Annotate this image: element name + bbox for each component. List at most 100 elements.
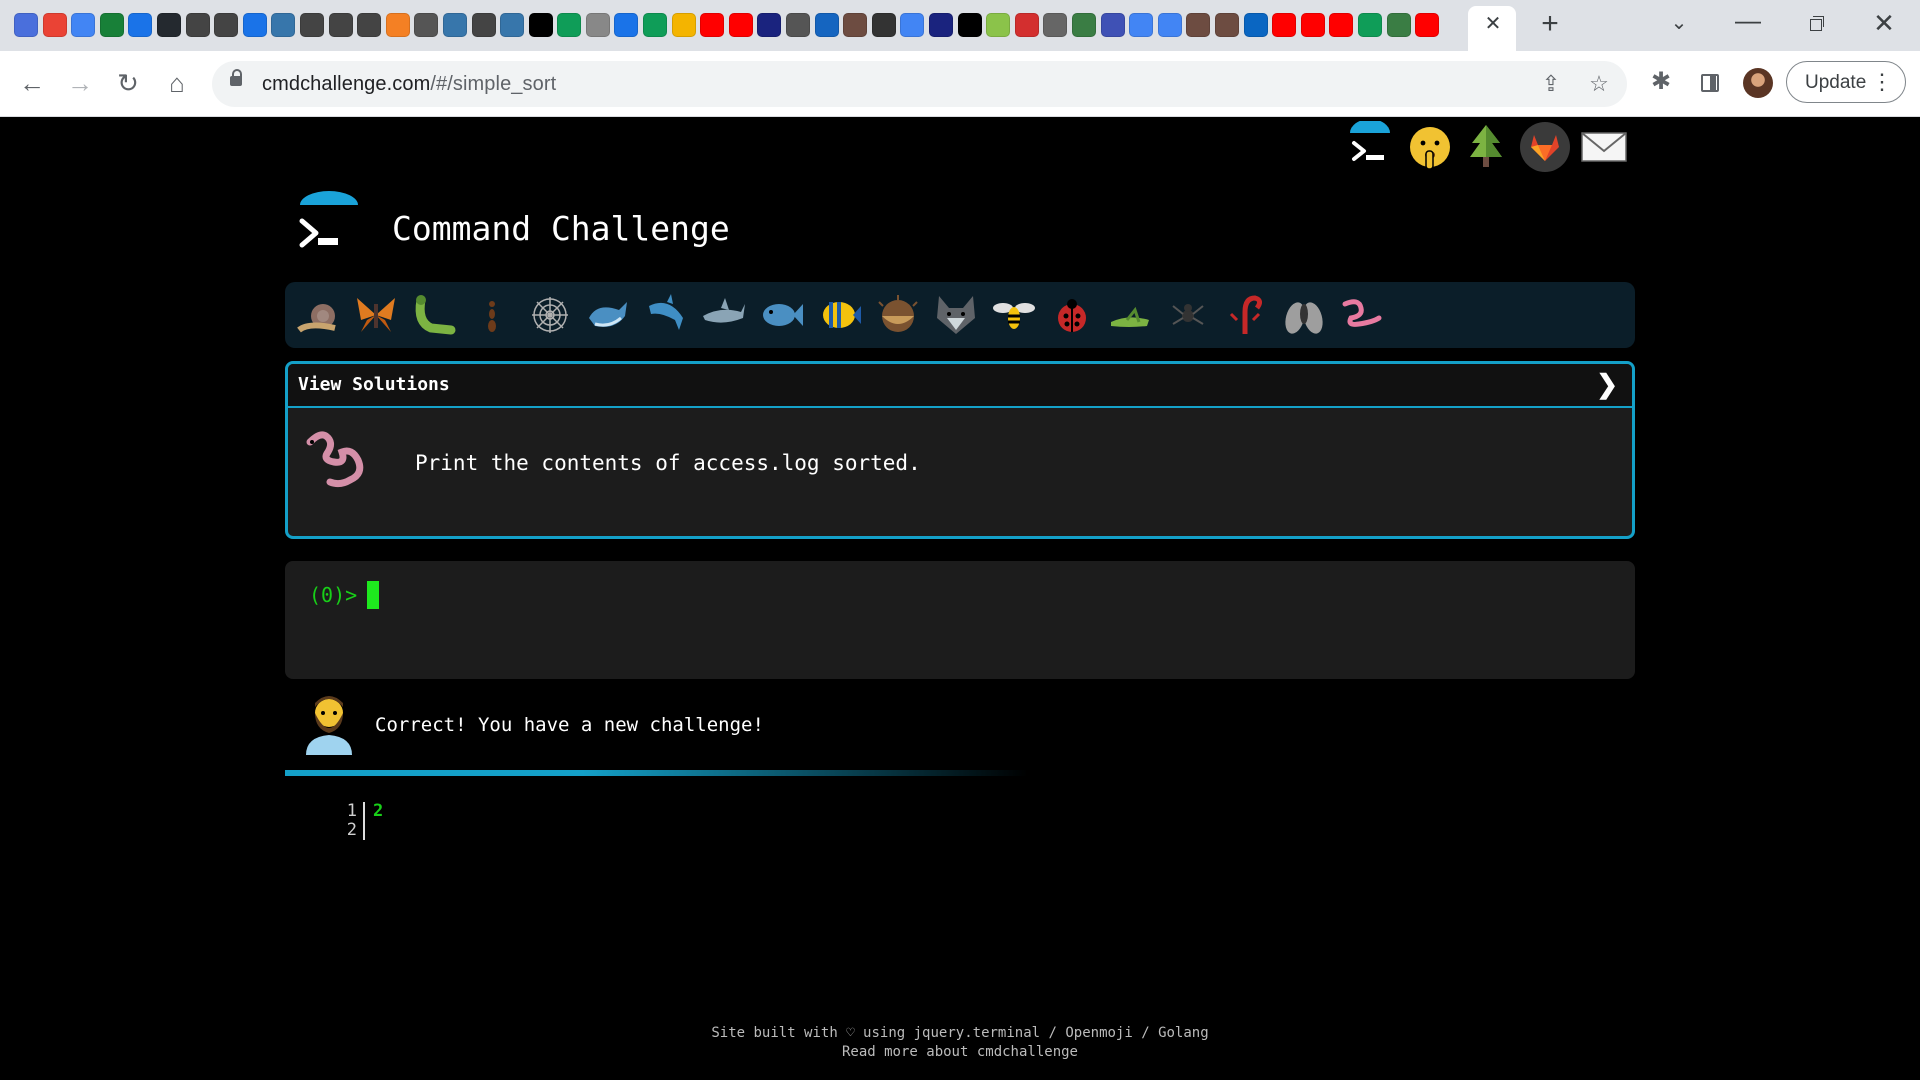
pinned-tab-favicon[interactable]	[643, 13, 668, 37]
level-grasshopper-icon[interactable]	[1107, 292, 1153, 338]
address-bar[interactable]: cmdchallenge.com/#/simple_sort ⇪ ☆	[212, 61, 1627, 107]
pinned-tab-favicon[interactable]	[242, 13, 267, 37]
pinned-tab-favicon[interactable]	[1415, 13, 1440, 37]
pinned-tab-favicon[interactable]	[42, 13, 67, 37]
url-text[interactable]: cmdchallenge.com/#/simple_sort	[262, 73, 556, 96]
pinned-tab-favicon[interactable]	[757, 13, 782, 37]
update-button[interactable]: Update ⋮	[1786, 61, 1906, 103]
level-scorpion-icon[interactable]	[1223, 292, 1269, 338]
chevron-right-icon[interactable]: ❯	[1596, 370, 1618, 398]
new-tab-button[interactable]: +	[1535, 9, 1565, 39]
pinned-tab-favicon[interactable]	[328, 13, 353, 37]
extensions-icon[interactable]: ✱	[1644, 65, 1678, 99]
level-caterpillar-icon[interactable]	[411, 292, 457, 338]
pinned-tab-favicon[interactable]	[1214, 13, 1239, 37]
pinned-tab-favicon[interactable]	[957, 13, 982, 37]
restore-button[interactable]	[1800, 8, 1830, 38]
pinned-tab-favicon[interactable]	[156, 13, 181, 37]
side-panel-icon[interactable]	[1692, 65, 1726, 99]
pinned-tab-favicon[interactable]	[671, 13, 696, 37]
pinned-tab-favicon[interactable]	[500, 13, 525, 37]
pinned-tab-favicon[interactable]	[442, 13, 467, 37]
level-fish-icon[interactable]	[759, 292, 805, 338]
pinned-tab-favicon[interactable]	[528, 13, 553, 37]
cmdchallenge-logo[interactable]	[298, 191, 360, 261]
level-snail-icon[interactable]	[295, 292, 341, 338]
mail-icon[interactable]	[1578, 121, 1630, 173]
pinned-tab-favicon[interactable]	[99, 13, 124, 37]
pinned-tab-favicon[interactable]	[986, 13, 1011, 37]
bookmark-star-icon[interactable]: ☆	[1585, 70, 1613, 98]
back-button[interactable]: ←	[15, 66, 49, 100]
pinned-tab-favicon[interactable]	[1071, 13, 1096, 37]
close-window-button[interactable]: ✕	[1869, 8, 1899, 38]
minimize-button[interactable]: —	[1733, 7, 1763, 38]
pinned-tab-favicon[interactable]	[357, 13, 382, 37]
pinned-tab-favicon[interactable]	[614, 13, 639, 37]
pinned-tab-favicon[interactable]	[1129, 13, 1154, 37]
terminal-cursor[interactable]	[367, 581, 379, 609]
pinned-tab-favicon[interactable]	[271, 13, 296, 37]
pinned-tab-favicon[interactable]	[557, 13, 582, 37]
footer-credits[interactable]: Site built with ♡ using jquery.terminal …	[0, 1024, 1920, 1043]
terminal-icon[interactable]	[1344, 121, 1396, 173]
pinned-tab-favicon[interactable]	[299, 13, 324, 37]
pinned-tab-favicon[interactable]	[1157, 13, 1182, 37]
level-fly-icon[interactable]	[1281, 292, 1327, 338]
pinned-tab-favicon[interactable]	[1386, 13, 1411, 37]
pinned-tab-favicon[interactable]	[385, 13, 410, 37]
pinned-tab-favicon[interactable]	[843, 13, 868, 37]
lock-icon[interactable]	[230, 69, 242, 86]
menu-icon[interactable]: ⋮	[1871, 69, 1893, 95]
level-butterfly-icon[interactable]	[353, 292, 399, 338]
level-ladybug-icon[interactable]	[1049, 292, 1095, 338]
pinned-tab-favicon[interactable]	[14, 13, 38, 37]
pinned-tab-favicon[interactable]	[1100, 13, 1125, 37]
pinned-tab-favicon[interactable]	[728, 13, 753, 37]
terminal[interactable]: (0)>	[285, 561, 1635, 679]
level-spider-icon[interactable]	[1165, 292, 1211, 338]
level-spider-web-icon[interactable]	[527, 292, 573, 338]
pinned-tab-favicon[interactable]	[71, 13, 96, 37]
pinned-tab-favicon[interactable]	[585, 13, 610, 37]
tree-icon[interactable]	[1460, 121, 1512, 173]
pinned-tab-favicon[interactable]	[128, 13, 153, 37]
pinned-tab-favicon[interactable]	[1329, 13, 1354, 37]
level-dolphin-icon[interactable]	[643, 292, 689, 338]
gitlab-icon[interactable]	[1519, 121, 1571, 173]
level-worm-icon[interactable]	[1339, 292, 1385, 338]
pinned-tab-favicon[interactable]	[185, 13, 210, 37]
pinned-tab-favicon[interactable]	[1014, 13, 1039, 37]
level-whale-icon[interactable]	[585, 292, 631, 338]
footer-about-link[interactable]: Read more about cmdchallenge	[0, 1043, 1920, 1062]
pinned-tab-favicon[interactable]	[214, 13, 239, 37]
reload-button[interactable]: ↻	[111, 66, 145, 100]
view-solutions-toggle[interactable]: View Solutions ❯	[288, 364, 1632, 408]
level-puffer-icon[interactable]	[875, 292, 921, 338]
pinned-tab-favicon[interactable]	[1357, 13, 1382, 37]
pinned-tab-favicon[interactable]	[414, 13, 439, 37]
pinned-tab-favicon[interactable]	[471, 13, 496, 37]
share-icon[interactable]: ⇪	[1537, 70, 1565, 98]
tab-search-icon[interactable]: ⌄	[1664, 8, 1694, 38]
pinned-tab-favicon[interactable]	[871, 13, 896, 37]
pinned-tabs[interactable]	[14, 13, 1464, 38]
pinned-tab-favicon[interactable]	[1300, 13, 1325, 37]
pinned-tab-favicon[interactable]	[1243, 13, 1268, 37]
level-tropical-fish-icon[interactable]	[817, 292, 863, 338]
level-bee-icon[interactable]	[991, 292, 1037, 338]
pinned-tab-favicon[interactable]	[900, 13, 925, 37]
level-shark-icon[interactable]	[701, 292, 747, 338]
pinned-tab-favicon[interactable]	[1186, 13, 1211, 37]
level-ant-icon[interactable]	[469, 292, 515, 338]
shushing-face-icon[interactable]	[1404, 121, 1456, 173]
home-button[interactable]: ⌂	[160, 66, 194, 100]
pinned-tab-favicon[interactable]	[786, 13, 811, 37]
profile-avatar[interactable]	[1743, 68, 1773, 98]
pinned-tab-favicon[interactable]	[929, 13, 953, 37]
forward-button[interactable]: →	[63, 66, 97, 100]
pinned-tab-favicon[interactable]	[1272, 13, 1297, 37]
tab-close-icon[interactable]: ✕	[1483, 13, 1503, 35]
pinned-tab-favicon[interactable]	[814, 13, 839, 37]
pinned-tab-favicon[interactable]	[700, 13, 725, 37]
